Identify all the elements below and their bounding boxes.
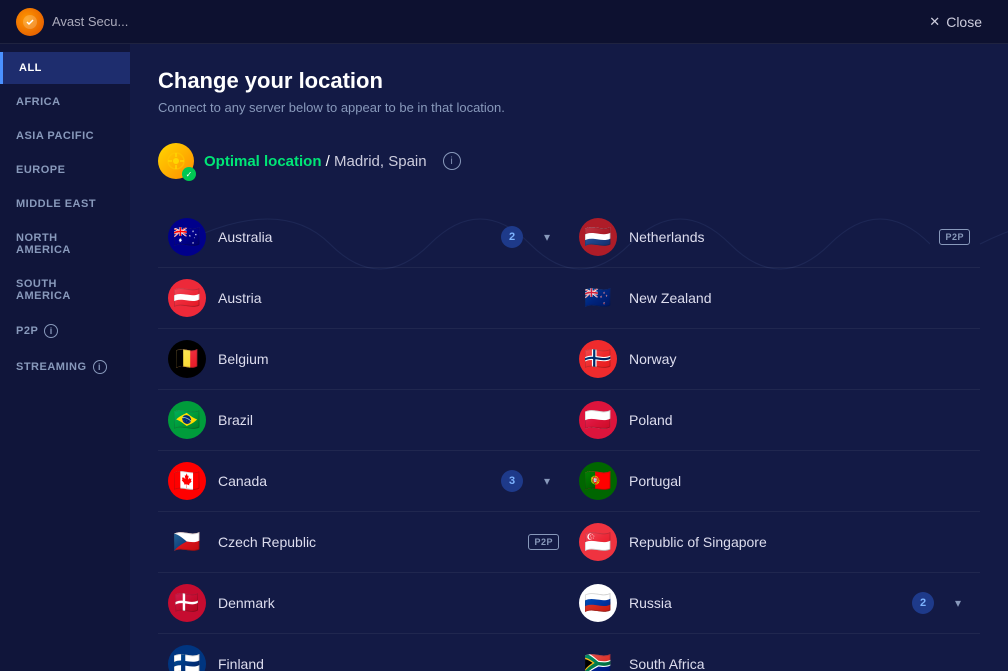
sidebar-item-africa[interactable]: AFRICA — [0, 86, 130, 118]
flag-netherlands: 🇳🇱 — [579, 218, 617, 256]
page-subtitle: Connect to any server below to appear to… — [158, 100, 980, 115]
sidebar-label: P2P — [16, 325, 38, 337]
sidebar-label: STREAMING — [16, 361, 87, 373]
sidebar-item-south-america[interactable]: SOUTH AMERICA — [0, 268, 130, 312]
sidebar-label: AFRICA — [16, 96, 61, 108]
flag-singapore: 🇸🇬 — [579, 523, 617, 561]
expand-chevron-australia[interactable]: ▾ — [535, 225, 559, 249]
country-item-new-zealand[interactable]: 🇳🇿 New Zealand — [569, 268, 980, 329]
left-column: 🇦🇺 Australia 2 ▾ 🇦🇹 Austria 🇧🇪 Belgium 🇧🇷… — [158, 207, 569, 671]
flag-finland: 🇫🇮 — [168, 645, 206, 671]
country-name-new-zealand: New Zealand — [629, 290, 970, 306]
country-name-portugal: Portugal — [629, 473, 970, 489]
flag-russia: 🇷🇺 — [579, 584, 617, 622]
country-name-czech-republic: Czech Republic — [218, 534, 516, 550]
info-icon: i — [44, 324, 58, 338]
country-name-russia: Russia — [629, 595, 900, 611]
flag-south-africa: 🇿🇦 — [579, 645, 617, 671]
sidebar-item-middle-east[interactable]: MIDDLE EAST — [0, 188, 130, 220]
flag-denmark: 🇩🇰 — [168, 584, 206, 622]
optimal-label: Optimal location — [204, 153, 322, 170]
optimal-separator: / — [322, 153, 335, 170]
sidebar-label: ASIA PACIFIC — [16, 130, 94, 142]
country-item-south-africa[interactable]: 🇿🇦 South Africa — [569, 634, 980, 671]
country-item-czech-republic[interactable]: 🇨🇿 Czech Republic P2P — [158, 512, 569, 573]
flag-canada: 🇨🇦 — [168, 462, 206, 500]
close-icon: ✕ — [929, 14, 940, 30]
country-item-denmark[interactable]: 🇩🇰 Denmark — [158, 573, 569, 634]
flag-austria: 🇦🇹 — [168, 279, 206, 317]
country-name-finland: Finland — [218, 656, 559, 671]
server-count-badge-australia: 2 — [501, 226, 523, 248]
app-title: Avast Secu... — [52, 14, 919, 29]
server-count-badge-russia: 2 — [912, 592, 934, 614]
sidebar-item-europe[interactable]: EUROPE — [0, 154, 130, 186]
country-name-belgium: Belgium — [218, 351, 559, 367]
close-button[interactable]: ✕ Close — [919, 10, 992, 34]
optimal-icon: ✓ — [158, 143, 194, 179]
sidebar-label: NORTH AMERICA — [16, 232, 114, 256]
country-item-belgium[interactable]: 🇧🇪 Belgium — [158, 329, 569, 390]
country-item-russia[interactable]: 🇷🇺 Russia 2 ▾ — [569, 573, 980, 634]
sidebar-label: EUROPE — [16, 164, 65, 176]
info-icon: i — [93, 360, 107, 374]
countries-grid: 🇦🇺 Australia 2 ▾ 🇦🇹 Austria 🇧🇪 Belgium 🇧🇷… — [158, 207, 980, 671]
country-item-netherlands[interactable]: 🇳🇱 Netherlands P2P — [569, 207, 980, 268]
country-item-singapore[interactable]: 🇸🇬 Republic of Singapore — [569, 512, 980, 573]
flag-brazil: 🇧🇷 — [168, 401, 206, 439]
country-name-norway: Norway — [629, 351, 970, 367]
country-name-poland: Poland — [629, 412, 970, 428]
check-badge: ✓ — [182, 167, 196, 181]
sidebar-label: MIDDLE EAST — [16, 198, 96, 210]
country-name-south-africa: South Africa — [629, 656, 970, 671]
flag-australia: 🇦🇺 — [168, 218, 206, 256]
country-name-singapore: Republic of Singapore — [629, 534, 970, 550]
country-name-brazil: Brazil — [218, 412, 559, 428]
country-name-canada: Canada — [218, 473, 489, 489]
flag-czech-republic: 🇨🇿 — [168, 523, 206, 561]
right-column: 🇳🇱 Netherlands P2P 🇳🇿 New Zealand 🇳🇴 Nor… — [569, 207, 980, 671]
optimal-text: Optimal location / Madrid, Spain — [204, 153, 427, 170]
sidebar-label: ALL — [19, 62, 42, 74]
country-item-finland[interactable]: 🇫🇮 Finland — [158, 634, 569, 671]
optimal-info-icon[interactable]: i — [443, 152, 461, 170]
flag-belgium: 🇧🇪 — [168, 340, 206, 378]
close-label: Close — [946, 14, 982, 30]
flag-norway: 🇳🇴 — [579, 340, 617, 378]
expand-chevron-canada[interactable]: ▾ — [535, 469, 559, 493]
optimal-location[interactable]: ✓ Optimal location / Madrid, Spain i — [158, 139, 980, 183]
country-name-denmark: Denmark — [218, 595, 559, 611]
sidebar-item-streaming[interactable]: STREAMING i — [0, 350, 130, 384]
flag-new-zealand: 🇳🇿 — [579, 279, 617, 317]
sidebar-item-p2p[interactable]: P2P i — [0, 314, 130, 348]
flag-poland: 🇵🇱 — [579, 401, 617, 439]
country-name-australia: Australia — [218, 229, 489, 245]
page-title: Change your location — [158, 68, 980, 94]
country-item-austria[interactable]: 🇦🇹 Austria — [158, 268, 569, 329]
sidebar-label: SOUTH AMERICA — [16, 278, 114, 302]
country-name-austria: Austria — [218, 290, 559, 306]
country-item-portugal[interactable]: 🇵🇹 Portugal — [569, 451, 980, 512]
country-item-canada[interactable]: 🇨🇦 Canada 3 ▾ — [158, 451, 569, 512]
app-logo — [16, 8, 44, 36]
optimal-location-text: Madrid, Spain — [334, 153, 427, 170]
country-item-australia[interactable]: 🇦🇺 Australia 2 ▾ — [158, 207, 569, 268]
main-layout: ALL AFRICA ASIA PACIFIC EUROPE MIDDLE EAST NO… — [0, 44, 1008, 671]
country-item-poland[interactable]: 🇵🇱 Poland — [569, 390, 980, 451]
p2p-badge-netherlands: P2P — [939, 229, 970, 245]
content-area: Change your location Connect to any serv… — [130, 44, 1008, 671]
country-item-brazil[interactable]: 🇧🇷 Brazil — [158, 390, 569, 451]
country-name-netherlands: Netherlands — [629, 229, 927, 245]
expand-chevron-russia[interactable]: ▾ — [946, 591, 970, 615]
sidebar-item-north-america[interactable]: NORTH AMERICA — [0, 222, 130, 266]
sidebar: ALL AFRICA ASIA PACIFIC EUROPE MIDDLE EAST NO… — [0, 44, 130, 671]
title-bar: Avast Secu... ✕ Close — [0, 0, 1008, 44]
country-item-norway[interactable]: 🇳🇴 Norway — [569, 329, 980, 390]
server-count-badge-canada: 3 — [501, 470, 523, 492]
sidebar-item-asia-pacific[interactable]: ASIA PACIFIC — [0, 120, 130, 152]
sidebar-item-all[interactable]: ALL — [0, 52, 130, 84]
flag-portugal: 🇵🇹 — [579, 462, 617, 500]
p2p-badge-czech-republic: P2P — [528, 534, 559, 550]
